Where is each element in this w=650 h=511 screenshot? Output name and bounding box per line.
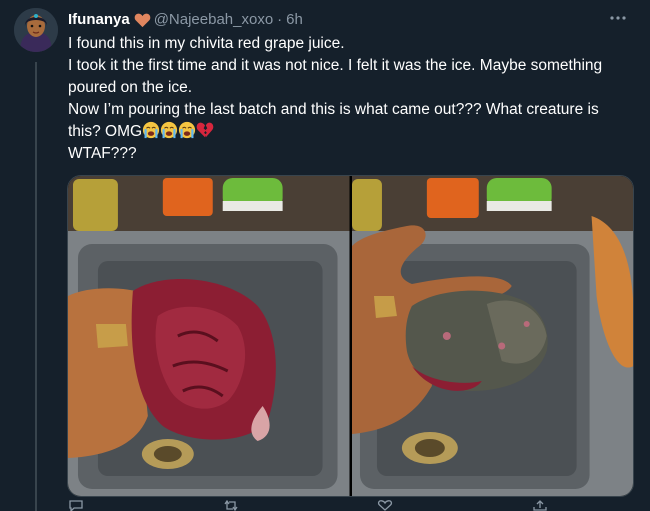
avatar-image xyxy=(14,8,58,52)
tweet-text: I found this in my chivita red grape jui… xyxy=(68,33,633,165)
share-icon[interactable] xyxy=(532,500,548,511)
action-row xyxy=(68,500,548,511)
tweet-line-3: Now I’m pouring the last batch and this … xyxy=(68,99,633,143)
avatar[interactable] xyxy=(14,8,58,52)
loudly-crying-face-emoji xyxy=(178,121,196,139)
display-name[interactable]: Ifunanya xyxy=(68,10,130,30)
separator-dot: · xyxy=(277,11,283,28)
tweet-line-4: WTAF??? xyxy=(68,145,137,162)
photo-red-blob-in-hand xyxy=(68,176,350,496)
tweet-header: Ifunanya @Najeebah_xoxo · 6h xyxy=(68,10,610,30)
media-grid[interactable] xyxy=(67,175,634,497)
timestamp[interactable]: 6h xyxy=(286,10,303,30)
broken-heart-emoji xyxy=(196,122,214,138)
photo-left[interactable] xyxy=(68,176,350,496)
photo-right[interactable] xyxy=(351,176,633,496)
reply-icon[interactable] xyxy=(68,500,84,511)
tweet-line-2: I took it the first time and it was not … xyxy=(68,57,603,96)
retweet-icon[interactable] xyxy=(223,500,239,511)
orange-heart-icon xyxy=(134,13,150,28)
photo-gray-blob-in-hand xyxy=(351,176,633,496)
thread-line xyxy=(35,62,37,511)
tweet-line-1: I found this in my chivita red grape jui… xyxy=(68,35,345,52)
more-options-icon xyxy=(610,16,626,20)
user-handle[interactable]: @Najeebah_xoxo xyxy=(154,10,273,30)
more-options-button[interactable] xyxy=(606,8,630,28)
loudly-crying-face-emoji xyxy=(160,121,178,139)
loudly-crying-face-emoji xyxy=(142,121,160,139)
like-icon[interactable] xyxy=(377,500,393,511)
